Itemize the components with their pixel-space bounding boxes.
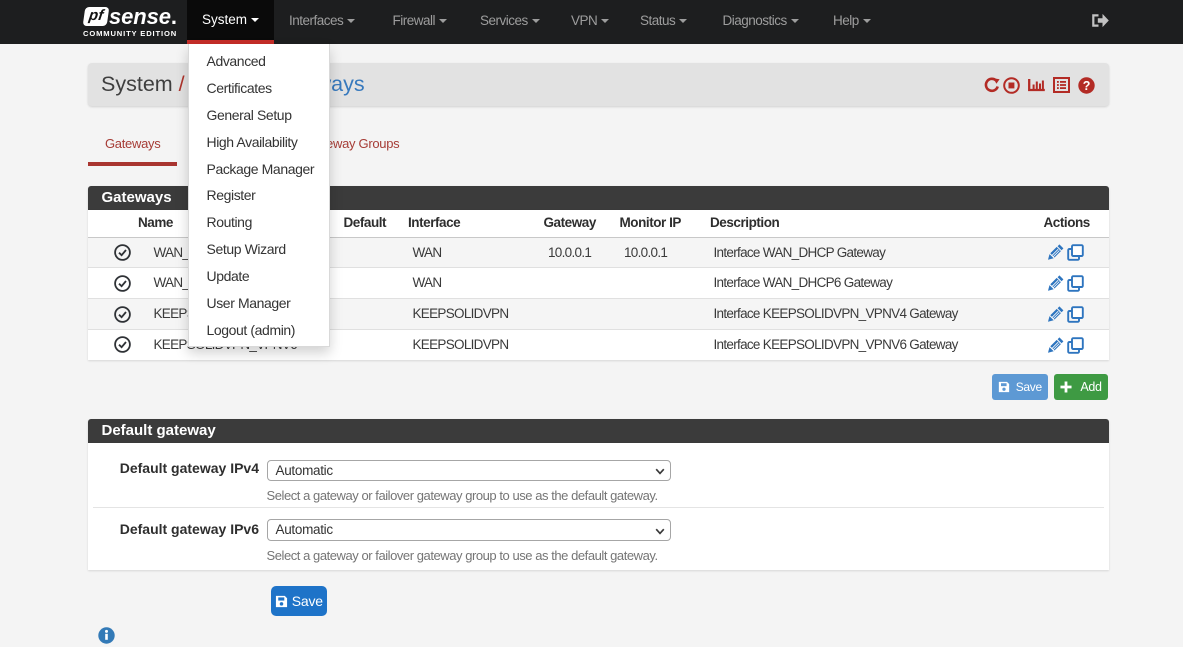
svg-text:?: ? [1082, 78, 1090, 92]
